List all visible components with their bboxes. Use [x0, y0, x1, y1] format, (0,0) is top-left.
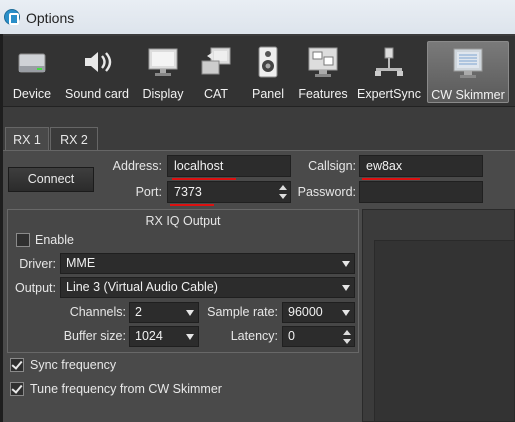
enable-label: Enable	[35, 233, 74, 247]
chevron-down-icon	[186, 310, 194, 316]
toolbar-item-display[interactable]: Display	[137, 41, 189, 103]
tune-frequency-label: Tune frequency from CW Skimmer	[30, 382, 222, 396]
toolbar-item-cat[interactable]: CAT	[191, 41, 241, 103]
latency-label: Latency:	[230, 329, 278, 343]
address-field[interactable]: localhost	[167, 155, 291, 177]
toolbar-item-features[interactable]: Features	[295, 41, 351, 103]
toolbar-label-cw-skimmer: CW Skimmer	[431, 88, 505, 102]
output-select[interactable]: Line 3 (Virtual Audio Cable)	[60, 277, 355, 298]
port-spinner-icon[interactable]	[278, 184, 288, 200]
connect-button[interactable]: Connect	[8, 167, 94, 192]
app-icon	[4, 9, 20, 25]
callsign-field[interactable]: ew8ax	[359, 155, 483, 177]
buffer-size-label: Buffer size:	[63, 329, 126, 343]
toolbar-label-expertsync: ExpertSync	[357, 87, 421, 101]
password-label: Password:	[297, 185, 356, 199]
port-underline	[170, 204, 214, 206]
channels-value: 2	[135, 305, 142, 319]
driver-label: Driver:	[19, 257, 56, 271]
latency-spinner-icon[interactable]	[342, 329, 352, 345]
sample-rate-select[interactable]: 96000	[282, 302, 355, 323]
channels-select[interactable]: 2	[129, 302, 199, 323]
hard-drive-icon	[18, 53, 46, 73]
toolbar-label-panel: Panel	[252, 87, 284, 101]
network-sync-icon	[375, 47, 403, 76]
toolbar-item-cw-skimmer[interactable]: CW Skimmer	[427, 41, 509, 103]
port-value: 7373	[174, 185, 202, 199]
monitor-icon	[148, 48, 178, 76]
toolbar-label-cat: CAT	[203, 87, 229, 101]
toolbar-item-device[interactable]: Device	[7, 41, 57, 103]
sync-frequency-checkbox[interactable]	[10, 358, 24, 372]
toolbar-label-features: Features	[298, 87, 348, 101]
toolbar-label-sound-card: Sound card	[65, 87, 129, 101]
port-label: Port:	[135, 185, 162, 199]
address-label: Address:	[112, 159, 162, 173]
callsign-underline	[362, 178, 420, 180]
toolbar-item-expertsync[interactable]: ExpertSync	[353, 41, 425, 103]
panel-speaker-icon	[258, 46, 278, 78]
rx-tabs: RX 1 RX 2	[3, 127, 515, 152]
callsign-label: Callsign:	[308, 159, 356, 173]
toolbar-label-device: Device	[12, 87, 52, 101]
chevron-down-icon	[342, 310, 350, 316]
enable-checkbox[interactable]	[16, 233, 30, 247]
sample-rate-label: Sample rate:	[207, 305, 278, 319]
driver-value: MME	[66, 256, 96, 270]
output-label: Output:	[15, 281, 56, 295]
output-value: Line 3 (Virtual Audio Cable)	[66, 280, 218, 294]
toolbar-label-display: Display	[142, 87, 184, 101]
latency-value: 0	[288, 329, 295, 343]
skimmer-display-icon	[453, 48, 483, 78]
features-windows-icon	[308, 47, 338, 77]
port-field[interactable]: 7373	[167, 181, 291, 203]
buffer-size-value: 1024	[135, 329, 163, 343]
sync-frequency-label: Sync frequency	[30, 358, 117, 372]
window-title: Options	[26, 10, 75, 26]
skimmer-waterfall-display	[374, 240, 515, 422]
buffer-size-select[interactable]: 1024	[129, 326, 199, 347]
driver-select[interactable]: MME	[60, 253, 355, 274]
tab-rx2[interactable]: RX 2	[50, 127, 98, 151]
title-bar: Options	[0, 0, 515, 34]
tab-rx1[interactable]: RX 1	[5, 127, 49, 152]
toolbar-item-sound-card[interactable]: Sound card	[59, 41, 135, 103]
chevron-down-icon	[186, 334, 194, 340]
chevron-down-icon	[342, 261, 350, 267]
category-toolbar: Device Sound card Display CAT Panel Feat…	[3, 36, 515, 107]
address-underline	[172, 178, 236, 180]
toolbar-item-panel[interactable]: Panel	[243, 41, 293, 103]
latency-field[interactable]: 0	[282, 326, 355, 347]
rx-iq-output-title: RX IQ Output	[145, 214, 221, 228]
sample-rate-value: 96000	[288, 305, 323, 319]
password-field[interactable]	[359, 181, 483, 203]
speaker-icon	[85, 52, 112, 72]
computer-connection-icon	[201, 47, 231, 75]
tune-frequency-checkbox[interactable]	[10, 382, 24, 396]
chevron-down-icon	[342, 285, 350, 291]
channels-label: Channels:	[69, 305, 126, 319]
